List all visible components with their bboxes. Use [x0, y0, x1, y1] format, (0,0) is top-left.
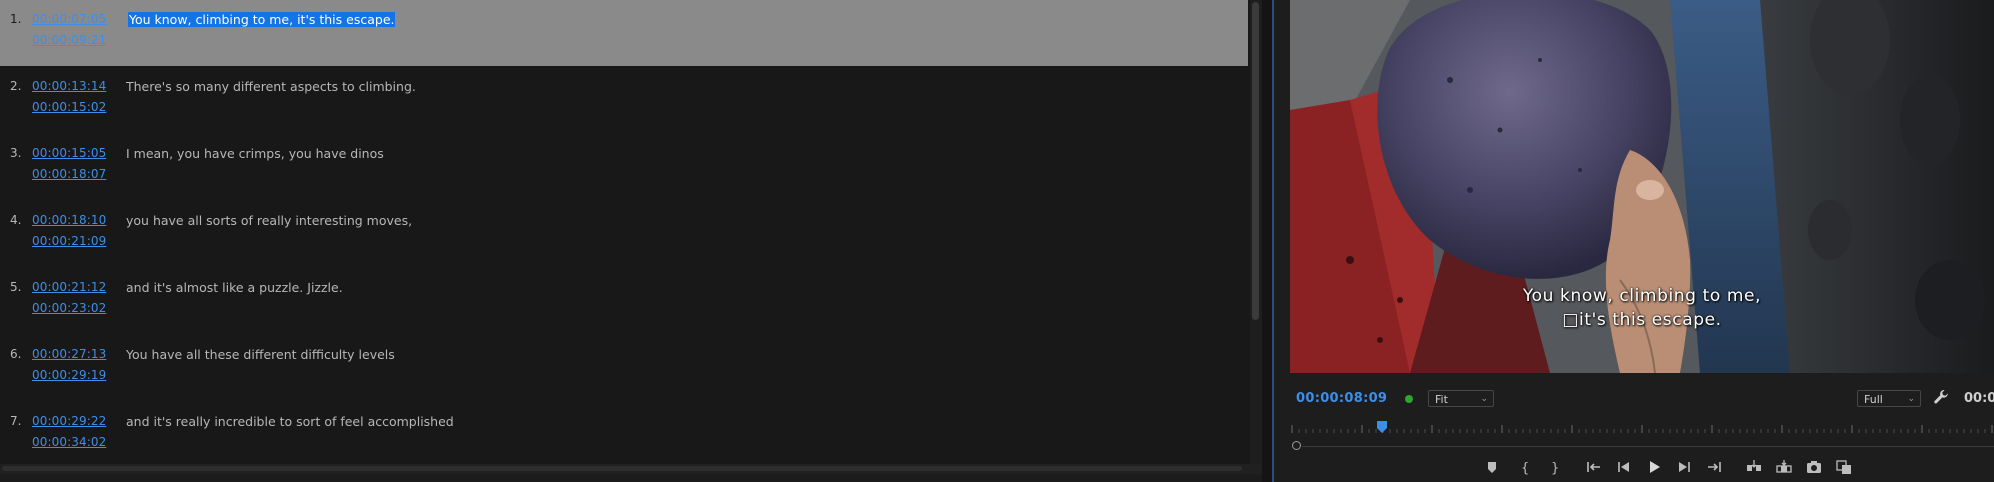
- export-frame-icon: [1807, 461, 1821, 473]
- caption-in-timecode[interactable]: 00:00:07:05: [32, 12, 106, 26]
- captions-panel: 1. 00:00:07:05 00:00:09:21 You know, cli…: [0, 0, 1250, 464]
- time-ruler[interactable]: [1290, 423, 1994, 435]
- caption-out-timecode[interactable]: 00:00:09:21: [32, 33, 106, 47]
- caption-row[interactable]: 1. 00:00:07:05 00:00:09:21 You know, cli…: [0, 0, 1248, 66]
- caption-row[interactable]: 4. 00:00:18:10 00:00:21:09 you have all …: [0, 201, 1248, 267]
- in-point-circle[interactable]: [1292, 441, 1301, 450]
- export-frame-button[interactable]: [1804, 457, 1824, 477]
- caption-row[interactable]: 6. 00:00:27:13 00:00:29:19 You have all …: [0, 335, 1248, 401]
- caption-text[interactable]: I mean, you have crimps, you have dinos: [126, 146, 384, 161]
- caption-out-timecode[interactable]: 00:00:21:09: [32, 234, 106, 248]
- caption-text[interactable]: You know, climbing to me, it's this esca…: [128, 12, 396, 27]
- caption-text[interactable]: You have all these different difficulty …: [126, 347, 395, 362]
- play-button[interactable]: [1644, 457, 1664, 477]
- caption-row[interactable]: 2. 00:00:13:14 00:00:15:02 There's so ma…: [0, 67, 1248, 133]
- caption-in-timecode[interactable]: 00:00:18:10: [32, 213, 106, 227]
- caption-index: 1.: [10, 12, 22, 26]
- overwrite-icon: [1776, 460, 1792, 473]
- step-forward-button[interactable]: [1674, 457, 1694, 477]
- horizontal-scrollbar-thumb[interactable]: [2, 466, 1242, 471]
- caption-index: 2.: [10, 79, 22, 93]
- caption-in-timecode[interactable]: 00:00:27:13: [32, 347, 106, 361]
- wrench-icon[interactable]: [1933, 389, 1949, 405]
- add-marker-icon: [1488, 462, 1496, 473]
- status-indicator: [1405, 395, 1413, 403]
- caption-index: 5.: [10, 280, 22, 294]
- mark-in-icon: {: [1521, 461, 1529, 475]
- go-to-out-button[interactable]: [1704, 457, 1724, 477]
- subtitle-line-2: □it's this escape.: [1562, 310, 1722, 330]
- caption-text[interactable]: and it's almost like a puzzle. Jizzle.: [126, 280, 343, 295]
- caption-index: 3.: [10, 146, 22, 160]
- monitor-controls: 00:00:08:09 Fit ⌄ Full ⌄ 00:00 { }: [1274, 373, 1994, 482]
- compare-view-button[interactable]: [1834, 457, 1854, 477]
- go-to-out-icon: [1708, 462, 1721, 472]
- mark-out-icon: }: [1551, 461, 1559, 475]
- caption-index: 4.: [10, 213, 22, 227]
- navigator-track[interactable]: [1302, 446, 1994, 447]
- caption-out-timecode[interactable]: 00:00:15:02: [32, 100, 106, 114]
- caption-text[interactable]: and it's really incredible to sort of fe…: [126, 414, 454, 429]
- caption-out-timecode[interactable]: 00:00:18:07: [32, 167, 106, 181]
- chevron-down-icon: ⌄: [1907, 394, 1915, 404]
- play-icon: [1650, 461, 1660, 473]
- mark-out-button[interactable]: }: [1544, 457, 1564, 477]
- caption-out-timecode[interactable]: 00:00:34:02: [32, 435, 106, 449]
- playback-resolution-value: Full: [1864, 393, 1883, 406]
- insert-icon: [1747, 460, 1761, 471]
- caption-text[interactable]: you have all sorts of really interesting…: [126, 213, 412, 228]
- insert-button[interactable]: [1744, 457, 1764, 477]
- playhead-marker-icon[interactable]: [1376, 421, 1388, 433]
- caption-in-timecode[interactable]: 00:00:29:22: [32, 414, 106, 428]
- mark-in-button[interactable]: {: [1514, 457, 1534, 477]
- step-forward-icon: [1679, 462, 1690, 472]
- playhead-timecode[interactable]: 00:00:08:09: [1296, 391, 1387, 406]
- step-back-button[interactable]: [1614, 457, 1634, 477]
- caption-out-timecode[interactable]: 00:00:23:02: [32, 301, 106, 315]
- overwrite-button[interactable]: [1774, 457, 1794, 477]
- go-to-in-icon: [1587, 462, 1600, 472]
- caption-index: 7.: [10, 414, 22, 428]
- video-preview[interactable]: You know, climbing to me, □it's this esc…: [1290, 0, 1994, 373]
- add-marker-button[interactable]: [1482, 457, 1502, 477]
- svg-text:}: }: [1551, 461, 1559, 475]
- chevron-down-icon: ⌄: [1480, 394, 1488, 404]
- playback-resolution-dropdown[interactable]: Full ⌄: [1857, 390, 1921, 407]
- caption-row[interactable]: 5. 00:00:21:12 00:00:23:02 and it's almo…: [0, 268, 1248, 334]
- subtitle-line-1: You know, climbing to me,: [1522, 286, 1762, 306]
- caption-in-timecode[interactable]: 00:00:15:05: [32, 146, 106, 160]
- caption-text[interactable]: There's so many different aspects to cli…: [126, 79, 416, 94]
- caption-row[interactable]: 7. 00:00:29:22 00:00:34:02 and it's real…: [0, 402, 1248, 464]
- compare-view-icon: [1836, 460, 1851, 474]
- zoom-dropdown[interactable]: Fit ⌄: [1428, 390, 1494, 407]
- zoom-dropdown-value: Fit: [1435, 393, 1448, 406]
- caption-in-timecode[interactable]: 00:00:13:14: [32, 79, 106, 93]
- caption-row[interactable]: 3. 00:00:15:05 00:00:18:07 I mean, you h…: [0, 134, 1248, 200]
- svg-text:{: {: [1521, 461, 1529, 475]
- program-monitor: You know, climbing to me, □it's this esc…: [1274, 0, 1994, 482]
- step-back-icon: [1618, 462, 1629, 472]
- caption-index: 6.: [10, 347, 22, 361]
- duration-timecode: 00:00: [1964, 391, 1994, 406]
- vertical-scrollbar-thumb[interactable]: [1252, 2, 1259, 320]
- go-to-in-button[interactable]: [1584, 457, 1604, 477]
- caption-out-timecode[interactable]: 00:00:29:19: [32, 368, 106, 382]
- caption-in-timecode[interactable]: 00:00:21:12: [32, 280, 106, 294]
